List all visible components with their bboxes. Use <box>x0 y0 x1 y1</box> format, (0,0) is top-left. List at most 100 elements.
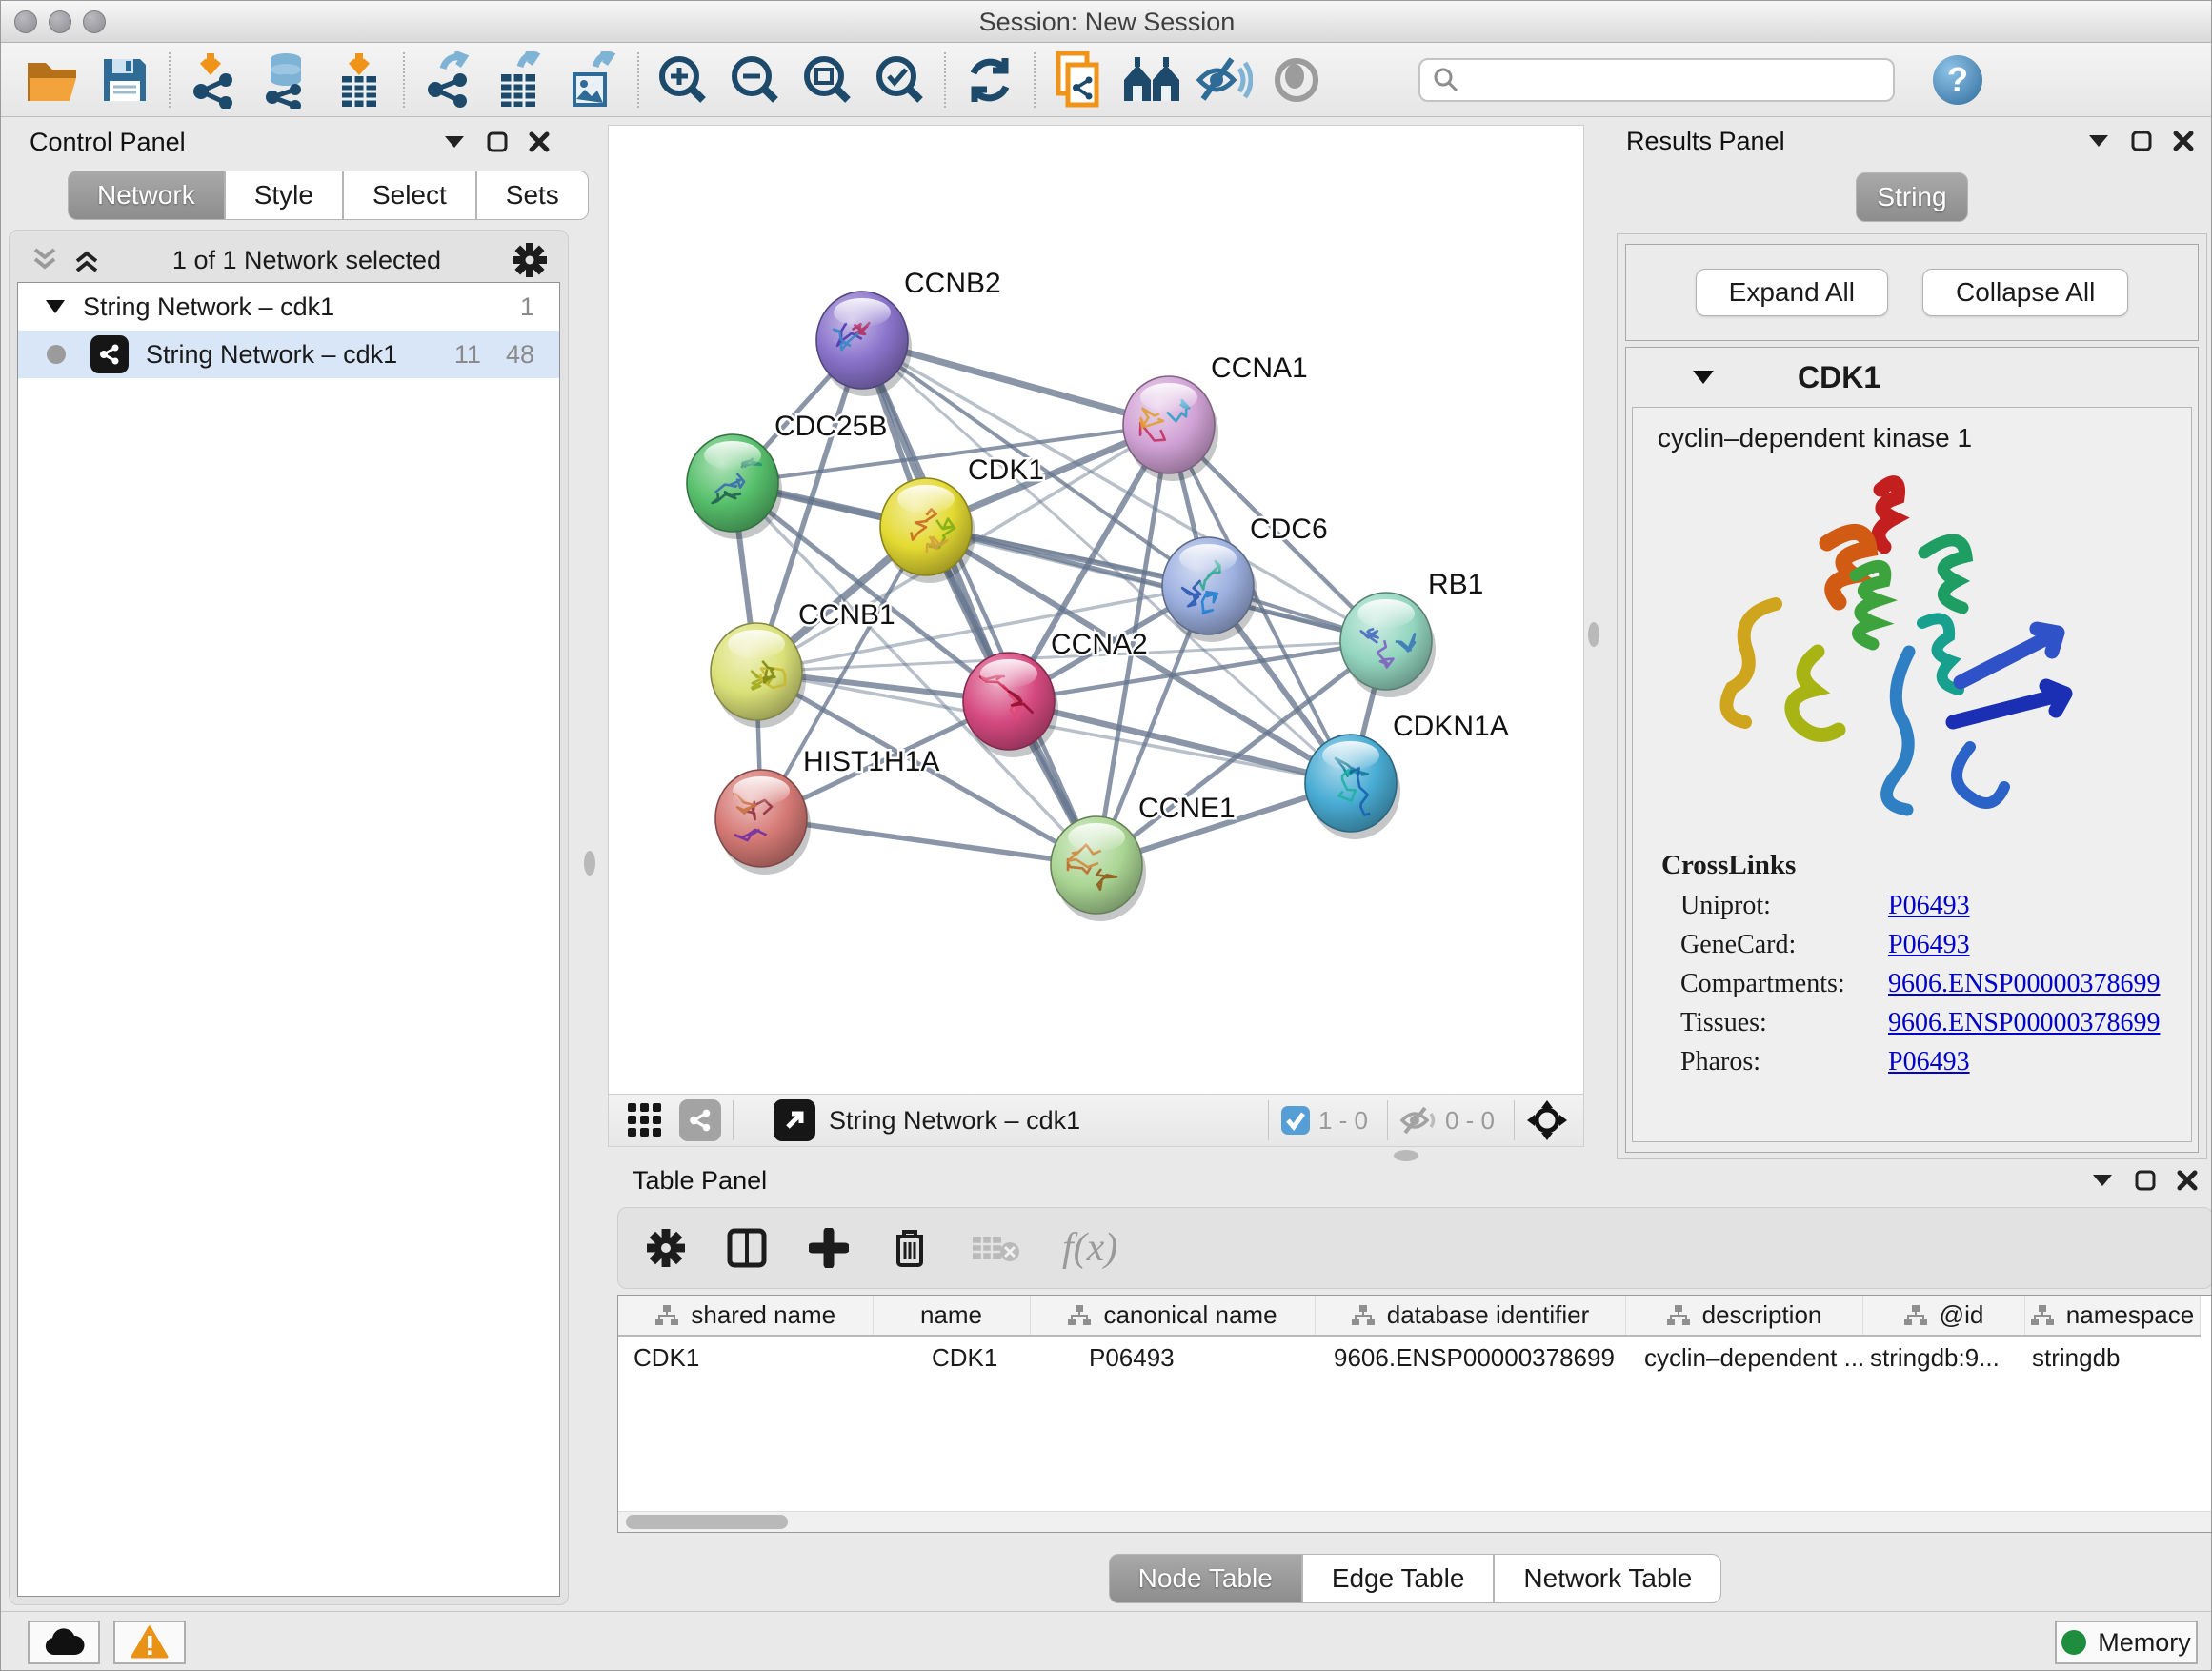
left-splitter-handle[interactable] <box>584 851 595 876</box>
table-row[interactable]: CDK1 CDK1 P06493 9606.ENSP00000378699 cy… <box>618 1336 2200 1379</box>
create-column-plus-icon[interactable] <box>809 1228 849 1268</box>
crosslink-uniprot-link[interactable]: P06493 <box>1888 891 1970 921</box>
table-horizontal-scrollbar[interactable] <box>618 1511 2212 1532</box>
panel-menu-icon[interactable] <box>443 134 466 150</box>
column-header-name[interactable]: name <box>873 1296 1030 1336</box>
zoom-out-button[interactable] <box>719 50 792 111</box>
cloud-status-button[interactable] <box>28 1621 100 1664</box>
network-view-canvas[interactable]: CCNB2CCNA1CDC25BCDK1CDC6RB1CCNB1CCNA2CDK… <box>608 125 1584 1095</box>
network-node-CCNE1[interactable] <box>1051 816 1146 921</box>
toolbar-divider <box>1387 1100 1388 1140</box>
panel-menu-icon[interactable] <box>2091 1173 2114 1188</box>
show-columns-icon[interactable] <box>727 1228 767 1268</box>
cell-id[interactable]: stringdb:9... <box>1862 1336 2024 1379</box>
close-panel-icon[interactable] <box>2177 1170 2198 1191</box>
crosslink-compartments-link[interactable]: 9606.ENSP00000378699 <box>1888 969 2160 999</box>
grid-view-icon[interactable] <box>626 1101 664 1139</box>
string-view-icon[interactable] <box>679 1099 721 1141</box>
column-header-database-identifier[interactable]: database identifier <box>1315 1296 1625 1336</box>
import-table-file-button[interactable] <box>323 50 395 111</box>
zoom-selected-button[interactable] <box>864 50 936 111</box>
network-node-HIST1H1A[interactable] <box>715 770 811 875</box>
cell-canonical-name[interactable]: P06493 <box>1030 1336 1315 1379</box>
search-input[interactable] <box>1460 65 1860 94</box>
tab-node-table[interactable]: Node Table <box>1109 1554 1302 1603</box>
zoom-in-button[interactable] <box>647 50 719 111</box>
network-node-CCNB2[interactable] <box>816 292 912 396</box>
tab-select[interactable]: Select <box>343 171 476 220</box>
column-header-namespace[interactable]: namespace <box>2024 1296 2200 1336</box>
delete-table-icon <box>971 1231 1020 1265</box>
tab-style[interactable]: Style <box>225 171 343 220</box>
open-session-button[interactable] <box>16 50 89 111</box>
selected-items-checkbox-icon[interactable] <box>1280 1105 1311 1136</box>
close-panel-icon[interactable] <box>529 131 550 152</box>
panel-menu-icon[interactable] <box>2087 133 2110 149</box>
table-options-gear-icon[interactable] <box>647 1229 685 1267</box>
bottom-splitter-handle[interactable] <box>1394 1150 1418 1161</box>
network-collection-row[interactable]: String Network – cdk1 1 <box>18 283 559 331</box>
edge-HIST1H1A-CCNE1[interactable] <box>761 818 1096 865</box>
column-header-description[interactable]: description <box>1625 1296 1862 1336</box>
expand-all-icon[interactable] <box>72 246 101 274</box>
zoom-fit-button[interactable] <box>792 50 864 111</box>
network-node-CDK1[interactable] <box>880 478 975 583</box>
edge-CCNB2-CCNE1[interactable] <box>862 340 1096 865</box>
cell-description[interactable]: cyclin–dependent ... <box>1625 1336 1862 1379</box>
column-header-id[interactable]: @id <box>1862 1296 2024 1336</box>
hidden-items-eye-icon[interactable] <box>1399 1105 1438 1136</box>
float-panel-icon[interactable] <box>487 131 508 152</box>
column-header-shared-name[interactable]: shared name <box>618 1296 873 1336</box>
column-header-canonical-name[interactable]: canonical name <box>1030 1296 1315 1336</box>
float-panel-icon[interactable] <box>2131 131 2152 151</box>
cell-database-identifier[interactable]: 9606.ENSP00000378699 <box>1315 1336 1625 1379</box>
network-node-CCNA1[interactable] <box>1123 376 1218 481</box>
tab-sets[interactable]: Sets <box>476 171 589 220</box>
update-network-button[interactable] <box>954 50 1026 111</box>
column-tree-icon <box>1666 1304 1691 1327</box>
export-image-button[interactable] <box>557 50 630 111</box>
fit-selected-crosshair-icon[interactable] <box>1526 1099 1568 1141</box>
column-tree-icon <box>1067 1304 1092 1327</box>
network-options-gear-icon[interactable] <box>513 243 547 277</box>
tree-expander-icon[interactable] <box>45 299 66 314</box>
crosslink-genecard-link[interactable]: P06493 <box>1888 930 1970 960</box>
expand-all-button[interactable]: Expand All <box>1696 269 1888 316</box>
network-node-CDKN1A[interactable] <box>1305 735 1400 839</box>
network-row[interactable]: String Network – cdk1 11 48 <box>18 331 559 378</box>
tab-network-table[interactable]: Network Table <box>1494 1554 1721 1603</box>
export-table-button[interactable] <box>485 50 557 111</box>
network-node-CDC25B[interactable] <box>687 434 782 539</box>
show-graphics-details-button[interactable] <box>1260 50 1333 111</box>
import-network-file-button[interactable] <box>178 50 251 111</box>
import-network-database-button[interactable] <box>251 50 323 111</box>
cell-shared-name[interactable]: CDK1 <box>618 1336 873 1379</box>
scrollbar-thumb[interactable] <box>626 1515 788 1529</box>
help-button[interactable]: ? <box>1933 55 1982 105</box>
toolbar-search-field[interactable] <box>1418 58 1895 102</box>
save-session-button[interactable] <box>89 50 161 111</box>
cell-name[interactable]: CDK1 <box>873 1336 1030 1379</box>
delete-column-trash-icon[interactable] <box>891 1227 929 1269</box>
float-panel-icon[interactable] <box>2135 1170 2156 1191</box>
right-splitter-handle[interactable] <box>1588 622 1599 647</box>
crosslink-pharos-link[interactable]: P06493 <box>1888 1047 1970 1077</box>
collapse-all-icon[interactable] <box>30 246 59 274</box>
hide-selected-button[interactable] <box>1188 50 1260 111</box>
section-expander-icon[interactable] <box>1691 369 1716 386</box>
protein-section-header[interactable]: CDK1 <box>1626 348 2198 407</box>
clone-network-button[interactable] <box>1043 50 1116 111</box>
warnings-button[interactable] <box>113 1621 186 1664</box>
tab-string-results[interactable]: String <box>1856 172 1968 222</box>
cell-namespace[interactable]: stringdb <box>2024 1336 2200 1379</box>
network-node-RB1[interactable] <box>1340 593 1436 697</box>
show-home-button[interactable] <box>1116 50 1188 111</box>
birds-eye-view-icon[interactable] <box>774 1099 815 1141</box>
collapse-all-button[interactable]: Collapse All <box>1922 269 2128 316</box>
tab-edge-table[interactable]: Edge Table <box>1302 1554 1495 1603</box>
memory-button[interactable]: Memory <box>2055 1621 2198 1664</box>
crosslink-tissues-link[interactable]: 9606.ENSP00000378699 <box>1888 1008 2160 1038</box>
tab-network[interactable]: Network <box>68 171 225 220</box>
export-network-button[interactable] <box>412 50 485 111</box>
close-panel-icon[interactable] <box>2173 131 2194 151</box>
